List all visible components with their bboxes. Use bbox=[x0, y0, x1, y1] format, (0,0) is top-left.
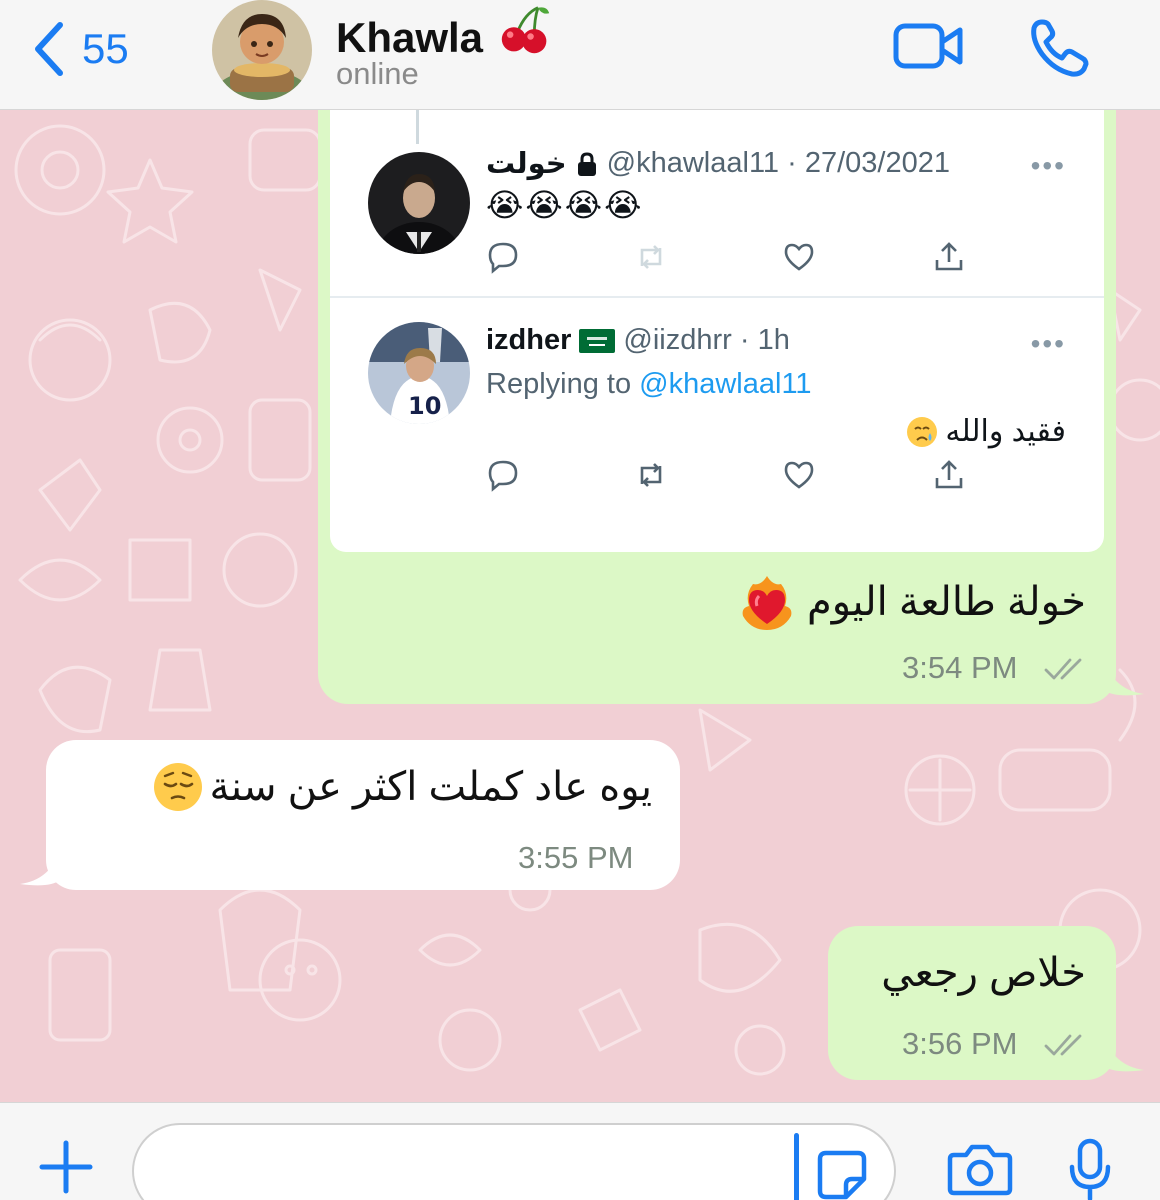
thread-connector bbox=[416, 110, 419, 144]
pensive-face-emoji bbox=[154, 763, 203, 811]
phone-icon[interactable] bbox=[1026, 14, 1098, 78]
replying-to: Replying to @khawlaal11 bbox=[486, 368, 812, 401]
lock-icon bbox=[577, 151, 596, 176]
message-text-row: خولة طالعة اليوم bbox=[737, 572, 1086, 632]
share-icon[interactable] bbox=[932, 458, 966, 492]
chat-area[interactable]: خولت @khawlaal11 · 27/03/2021 ••• 😭😭😭😭 1… bbox=[0, 110, 1160, 1102]
tweet-text-row: فقيد والله bbox=[905, 414, 1066, 449]
heart-on-fire-emoji bbox=[742, 576, 792, 630]
chevron-left-icon bbox=[35, 22, 63, 76]
plus-icon[interactable] bbox=[38, 1139, 94, 1195]
camera-icon[interactable] bbox=[946, 1141, 1014, 1197]
message-time: 3:55 PM bbox=[518, 840, 634, 875]
like-icon[interactable] bbox=[782, 458, 816, 492]
tweet-text: 😭😭😭😭 bbox=[486, 187, 644, 223]
retweet-icon[interactable] bbox=[634, 458, 668, 492]
replying-to-prefix: Replying to bbox=[486, 368, 632, 400]
like-icon[interactable] bbox=[782, 240, 816, 274]
bubble-tail bbox=[1104, 1036, 1144, 1072]
message-time: 3:54 PM bbox=[902, 650, 1018, 685]
more-options-icon[interactable]: ••• bbox=[1031, 328, 1066, 360]
message-text-row: يوه عاد كملت اكثر عن سنة bbox=[151, 760, 652, 814]
text-cursor bbox=[794, 1133, 799, 1200]
sticker-icon[interactable] bbox=[814, 1147, 870, 1200]
share-icon[interactable] bbox=[932, 240, 966, 274]
svg-text:10: 10 bbox=[408, 392, 441, 420]
tweet-author-avatar bbox=[368, 152, 470, 254]
tweet-header: izdher @iizdhrr · 1h bbox=[486, 324, 790, 357]
contact-avatar[interactable] bbox=[212, 0, 312, 100]
more-options-icon[interactable]: ••• bbox=[1031, 150, 1066, 182]
microphone-icon[interactable] bbox=[1066, 1137, 1114, 1200]
unread-count: 55 bbox=[82, 25, 129, 72]
tweet-author-name: izdher bbox=[486, 324, 572, 356]
bubble-tail bbox=[1104, 660, 1144, 696]
contact-name[interactable]: Khawla bbox=[336, 4, 555, 62]
cherries-icon bbox=[501, 6, 549, 54]
video-camera-icon[interactable] bbox=[890, 14, 966, 78]
message-input[interactable] bbox=[132, 1123, 896, 1200]
retweet-icon bbox=[640, 245, 662, 269]
tweet-divider bbox=[330, 296, 1104, 298]
back-button[interactable]: 55 bbox=[30, 18, 129, 80]
message-text: خلاص رجعي bbox=[881, 951, 1086, 995]
chat-header: 55 Khawla online bbox=[0, 0, 1160, 110]
message-input-bar bbox=[0, 1102, 1160, 1200]
contact-status: online bbox=[336, 56, 419, 91]
tweet-author-avatar: 10 bbox=[368, 322, 470, 424]
tweet-actions bbox=[486, 458, 966, 498]
reply-icon[interactable] bbox=[486, 458, 520, 492]
message-time: 3:56 PM bbox=[902, 1026, 1018, 1061]
replying-to-handle[interactable]: @khawlaal11 bbox=[639, 368, 811, 400]
reply-icon[interactable] bbox=[486, 240, 520, 274]
tweet-actions bbox=[486, 240, 966, 280]
quoted-tweet-thread[interactable]: خولت @khawlaal11 · 27/03/2021 ••• 😭😭😭😭 1… bbox=[330, 110, 1104, 552]
bubble-tail bbox=[20, 850, 60, 886]
double-check-icon bbox=[1044, 658, 1082, 680]
double-check-icon bbox=[1044, 1034, 1082, 1056]
contact-name-text: Khawla bbox=[336, 14, 484, 61]
tweet-handle-date: @khawlaal11 · 27/03/2021 bbox=[606, 147, 950, 179]
message-text: خولة طالعة اليوم bbox=[806, 580, 1086, 624]
tweet-header: خولت @khawlaal11 · 27/03/2021 bbox=[486, 146, 950, 181]
tweet-author-name: خولت bbox=[486, 148, 567, 180]
tweet-handle-time: @iizdhrr · 1h bbox=[623, 324, 790, 356]
tweet-text: فقيد والله bbox=[945, 415, 1066, 448]
message-text: يوه عاد كملت اكثر عن سنة bbox=[209, 765, 652, 809]
saudi-flag-icon bbox=[579, 328, 616, 353]
crying-face-emoji bbox=[907, 416, 938, 447]
